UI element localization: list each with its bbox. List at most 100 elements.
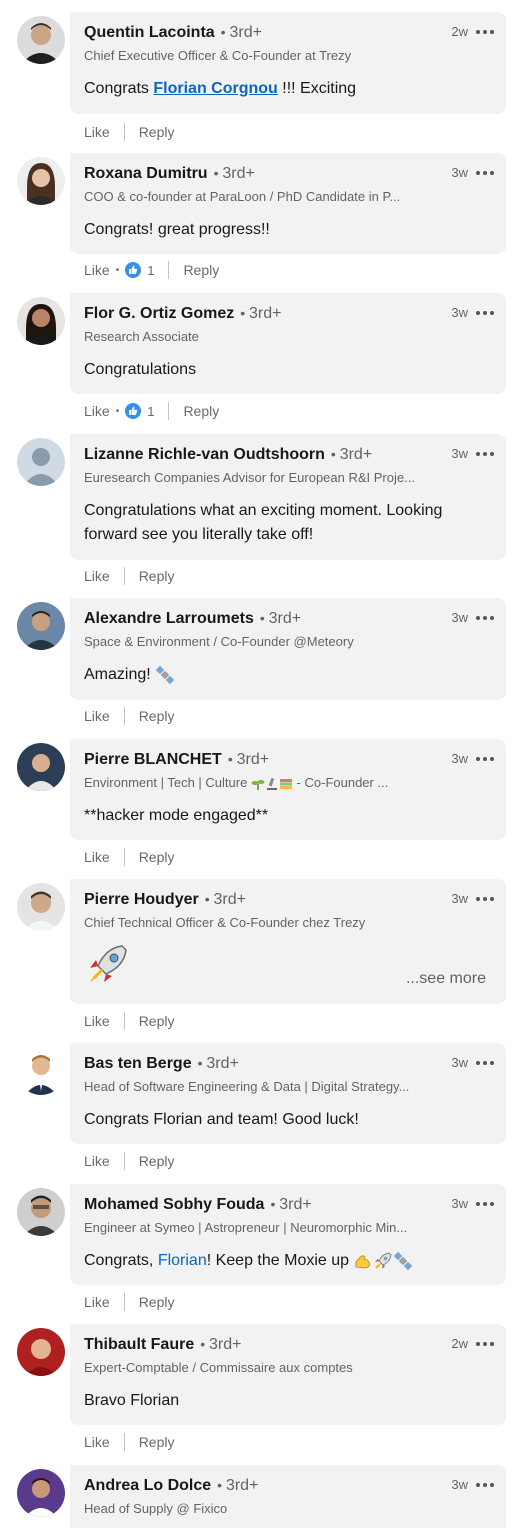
like-reaction-icon[interactable] xyxy=(125,403,142,419)
comment-text: Amazing! xyxy=(84,663,490,687)
divider xyxy=(123,567,125,585)
author-name[interactable]: Bas ten Berge xyxy=(84,1055,192,1073)
satellite-emoji-icon xyxy=(393,1251,413,1271)
author-headline: Head of Supply @ Fixico xyxy=(84,1501,228,1516)
avatar[interactable] xyxy=(17,743,65,791)
more-options-icon[interactable] xyxy=(476,309,494,317)
avatar[interactable] xyxy=(17,602,65,650)
author-headline: COO & co-founder at ParaLoon / PhD Candi… xyxy=(84,189,401,204)
connection-degree: 3rd+ xyxy=(331,446,372,464)
author-name[interactable]: Flor G. Ortiz Gomez xyxy=(84,305,234,323)
reaction-count[interactable]: 1 xyxy=(147,263,154,278)
like-button[interactable]: Like xyxy=(84,568,110,584)
reply-button[interactable]: Reply xyxy=(139,124,175,140)
author-name[interactable]: Mohamed Sobhy Fouda xyxy=(84,1196,264,1214)
avatar[interactable] xyxy=(17,883,65,931)
connection-degree: 3rd+ xyxy=(270,1196,311,1214)
reply-button[interactable]: Reply xyxy=(139,849,175,865)
more-options-icon[interactable] xyxy=(476,1481,494,1489)
comment-actions: Like Reply xyxy=(84,847,174,867)
author-headline: Expert-Comptable / Commissaire aux compt… xyxy=(84,1360,353,1375)
like-button[interactable]: Like xyxy=(84,262,110,278)
timestamp: 2w xyxy=(451,24,468,39)
timestamp: 3w xyxy=(451,751,468,766)
more-options-icon[interactable] xyxy=(476,169,494,177)
comment-text: Congrats, Florian! Keep the Moxie up xyxy=(84,1249,490,1273)
divider xyxy=(123,1293,125,1311)
reply-button[interactable]: Reply xyxy=(139,1434,175,1450)
like-button[interactable]: Like xyxy=(84,849,110,865)
timestamp: 3w xyxy=(451,305,468,320)
headline-part: - Co-Founder ... xyxy=(292,775,389,790)
comment-bubble: Alexandre Larroumets 3rd+ Space & Enviro… xyxy=(70,598,506,700)
comment-text: Congrats Florian and team! Good luck! xyxy=(84,1111,359,1128)
more-options-icon[interactable] xyxy=(476,614,494,622)
like-button[interactable]: Like xyxy=(84,1013,110,1029)
comment-bubble: Flor G. Ortiz Gomez 3rd+ Research Associ… xyxy=(70,293,506,394)
mention-link[interactable]: Florian xyxy=(158,1252,207,1269)
reaction-count[interactable]: 1 xyxy=(147,404,154,419)
like-button[interactable]: Like xyxy=(84,124,110,140)
reply-button[interactable]: Reply xyxy=(183,262,219,278)
author-name[interactable]: Quentin Lacointa xyxy=(84,24,215,42)
author-name[interactable]: Andrea Lo Dolce xyxy=(84,1477,211,1495)
avatar[interactable] xyxy=(17,16,65,64)
like-button[interactable]: Like xyxy=(84,1294,110,1310)
see-more-link[interactable]: ...see more xyxy=(406,970,486,988)
author-headline: Euresearch Companies Advisor for Europea… xyxy=(84,470,415,485)
text-part: !!! Exciting xyxy=(277,80,357,97)
like-button[interactable]: Like xyxy=(84,1434,110,1450)
connection-degree: 3rd+ xyxy=(205,891,246,909)
more-options-icon[interactable] xyxy=(476,450,494,458)
avatar[interactable] xyxy=(17,1188,65,1236)
like-button[interactable]: Like xyxy=(84,403,110,419)
like-reaction-icon[interactable] xyxy=(125,262,142,278)
connection-degree: 3rd+ xyxy=(198,1055,238,1073)
comment-text: Congratulations what an exciting moment.… xyxy=(84,502,443,543)
reply-button[interactable]: Reply xyxy=(183,403,219,419)
reply-button[interactable]: Reply xyxy=(139,568,175,584)
comment-actions: Like Reply xyxy=(84,122,174,142)
comment-actions: Like Reply xyxy=(84,1292,174,1312)
author-name[interactable]: Pierre Houdyer xyxy=(84,891,199,909)
rocket-emoji-icon xyxy=(84,940,132,988)
like-button[interactable]: Like xyxy=(84,1153,110,1169)
more-options-icon[interactable] xyxy=(476,1200,494,1208)
avatar[interactable] xyxy=(17,297,65,345)
avatar[interactable] xyxy=(17,1328,65,1376)
avatar[interactable] xyxy=(17,157,65,205)
comments-feed: Quentin Lacointa 3rd+ Chief Executive Of… xyxy=(0,0,516,1528)
comment-actions: Like • 1 Reply xyxy=(84,260,219,280)
mention-link[interactable]: Florian Corgnou xyxy=(153,80,277,97)
connection-degree: 3rd+ xyxy=(221,24,261,42)
more-options-icon[interactable] xyxy=(476,1340,494,1348)
author-name[interactable]: Pierre BLANCHET xyxy=(84,751,222,769)
avatar[interactable] xyxy=(17,438,65,486)
divider xyxy=(123,1012,125,1030)
divider xyxy=(123,1433,125,1451)
like-button[interactable]: Like xyxy=(84,708,110,724)
more-options-icon[interactable] xyxy=(476,895,494,903)
comment-actions: Like Reply xyxy=(84,1011,174,1031)
author-name[interactable]: Thibault Faure xyxy=(84,1336,194,1354)
reply-button[interactable]: Reply xyxy=(139,1294,175,1310)
timestamp: 3w xyxy=(451,610,468,625)
connection-degree: 3rd+ xyxy=(240,305,281,323)
more-options-icon[interactable] xyxy=(476,1059,494,1067)
more-options-icon[interactable] xyxy=(476,755,494,763)
more-options-icon[interactable] xyxy=(476,28,494,36)
author-name[interactable]: Lizanne Richle-van Oudtshoorn xyxy=(84,446,325,464)
avatar[interactable] xyxy=(17,1469,65,1517)
books-emoji-icon xyxy=(279,777,293,791)
text-part: ! Keep the Moxie up xyxy=(206,1252,354,1269)
timestamp: 3w xyxy=(451,1196,468,1211)
avatar[interactable] xyxy=(17,1047,65,1095)
comment-actions: Like Reply xyxy=(84,1151,174,1171)
comment-text: Bravo Florian xyxy=(84,1392,180,1409)
reply-button[interactable]: Reply xyxy=(139,708,175,724)
author-name[interactable]: Roxana Dumitru xyxy=(84,165,208,183)
seedling-emoji-icon xyxy=(251,777,265,791)
author-name[interactable]: Alexandre Larroumets xyxy=(84,610,254,628)
reply-button[interactable]: Reply xyxy=(139,1013,175,1029)
reply-button[interactable]: Reply xyxy=(139,1153,175,1169)
